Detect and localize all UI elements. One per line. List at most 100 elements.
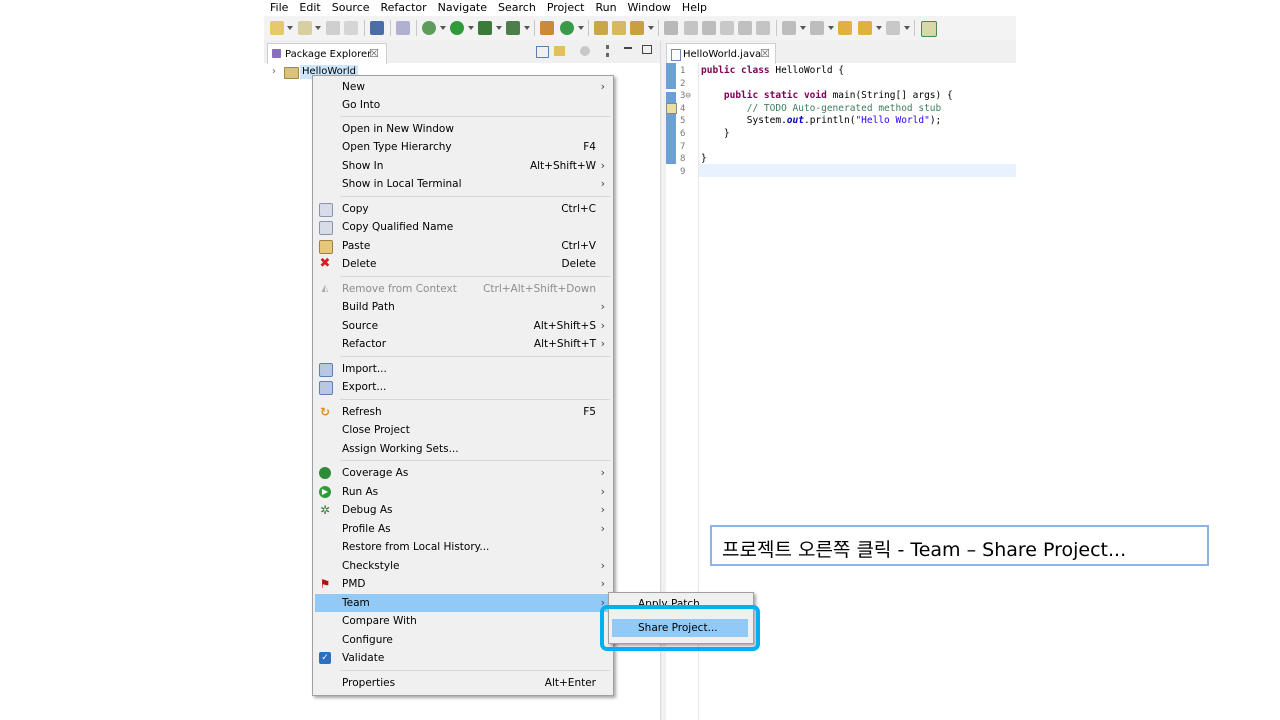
terminal-icon[interactable]: [370, 21, 384, 35]
line-number: 5: [680, 116, 686, 126]
menu-item-export[interactable]: Export...: [315, 378, 611, 396]
debug-toolbar-icon[interactable]: [422, 21, 436, 35]
highlight-box: [600, 605, 760, 651]
toggle-mark-icon[interactable]: [684, 21, 698, 35]
skip-breakpoints-icon[interactable]: [396, 21, 410, 35]
menu-item-new[interactable]: New ›: [315, 78, 611, 96]
annotation-icon[interactable]: [664, 21, 678, 35]
menu-item-show-in[interactable]: Show In Alt+Shift+W ›: [315, 157, 611, 175]
line-number: 3⊖: [680, 91, 691, 101]
menu-item-checkstyle[interactable]: Checkstyle ›: [315, 557, 611, 575]
menu-item-open-in-new-window[interactable]: Open in New Window: [315, 120, 611, 138]
new-wizard-icon[interactable]: [298, 21, 312, 35]
code-line[interactable]: public static void main(String[] args) {: [701, 90, 953, 101]
menu-item-validate[interactable]: ✓ Validate: [315, 649, 611, 667]
line-number: 8: [680, 154, 686, 164]
change-bar: [666, 63, 676, 89]
submenu-arrow-icon: ›: [600, 80, 605, 93]
menu-item-refactor[interactable]: Refactor Alt+Shift+T ›: [315, 335, 611, 353]
code-line[interactable]: System.out.println("Hello World");: [701, 115, 942, 126]
menu-item-pmd[interactable]: ⚑ PMD ›: [315, 575, 611, 593]
coverage-toolbar-icon[interactable]: [478, 21, 492, 35]
menu-item-show-in-local-terminal[interactable]: Show in Local Terminal ›: [315, 175, 611, 193]
line-number: 9: [680, 167, 686, 177]
menu-item-copy[interactable]: Copy Ctrl+C: [315, 200, 611, 218]
menu-item-profile-as[interactable]: Profile As ›: [315, 520, 611, 538]
submenu-arrow-icon: ›: [600, 485, 605, 498]
menu-run[interactable]: Run: [589, 0, 621, 16]
block-selection-icon[interactable]: [720, 21, 734, 35]
menu-window[interactable]: Window: [622, 0, 676, 16]
menu-item-label: Paste: [342, 240, 371, 252]
menu-edit[interactable]: Edit: [293, 0, 325, 16]
menu-item-delete[interactable]: ✖ Delete Delete: [315, 255, 611, 273]
open-type-icon[interactable]: [594, 21, 608, 35]
menu-item-import[interactable]: Import...: [315, 360, 611, 378]
menu-item-configure[interactable]: Configure ›: [315, 631, 611, 649]
menu-source[interactable]: Source: [326, 0, 375, 16]
code-line[interactable]: // TODO Auto-generated method stub: [701, 103, 941, 114]
menu-item-properties[interactable]: Properties Alt+Enter: [315, 674, 611, 692]
link-with-editor-icon[interactable]: [554, 46, 565, 56]
submenu-arrow-icon: ›: [600, 300, 605, 313]
view-menu-icon[interactable]: [606, 45, 612, 57]
package-explorer-tab[interactable]: Package Explorer ☒: [267, 43, 387, 64]
menu-item-restore-from-local-history[interactable]: Restore from Local History...: [315, 538, 611, 556]
toggle-highlight-icon[interactable]: [702, 21, 716, 35]
menu-item-compare-with[interactable]: Compare With ›: [315, 612, 611, 630]
paragraph-icon[interactable]: [756, 21, 770, 35]
new-java-project-icon[interactable]: [540, 21, 554, 35]
prev-annotation-icon[interactable]: [810, 21, 824, 35]
external-tools-icon[interactable]: [506, 21, 520, 35]
menu-item-coverage-as[interactable]: Coverage As ›: [315, 464, 611, 482]
current-line-highlight: [699, 164, 1016, 177]
menu-item-paste[interactable]: Paste Ctrl+V: [315, 237, 611, 255]
close-icon[interactable]: ☒: [369, 47, 379, 60]
new-icon[interactable]: [270, 21, 284, 35]
next-annotation-icon[interactable]: [782, 21, 796, 35]
menu-item-open-type-hierarchy[interactable]: Open Type Hierarchy F4: [315, 138, 611, 156]
show-whitespace-icon[interactable]: [738, 21, 752, 35]
code-line[interactable]: public class HelloWorld {: [701, 65, 844, 76]
new-class-icon[interactable]: [560, 21, 574, 35]
menu-item-close-project[interactable]: Close Project: [315, 421, 611, 439]
code-line[interactable]: }: [701, 153, 707, 164]
maximize-icon[interactable]: [642, 45, 652, 54]
search-toolbar-icon[interactable]: [630, 21, 644, 35]
menu-project[interactable]: Project: [541, 0, 590, 16]
forward-icon[interactable]: [886, 21, 900, 35]
last-edit-icon[interactable]: [838, 21, 852, 35]
menu-help[interactable]: Help: [676, 0, 712, 16]
shortcut-label: Delete: [561, 258, 597, 270]
code-line[interactable]: }: [701, 128, 730, 139]
menu-bar: File Edit Source Refactor Navigate Search Proj…: [264, 0, 1016, 16]
menu-item-copy-qualified-name[interactable]: Copy Qualified Name: [315, 218, 611, 236]
menu-item-assign-working-sets[interactable]: Assign Working Sets...: [315, 440, 611, 458]
project-folder-icon: [284, 67, 299, 79]
menu-item-source[interactable]: Source Alt+Shift+S ›: [315, 317, 611, 335]
open-task-icon[interactable]: [612, 21, 626, 35]
menu-item-refresh[interactable]: ↻ Refresh F5: [315, 403, 611, 421]
save-icon[interactable]: [326, 21, 340, 35]
menu-item-remove-from-context[interactable]: ◭ Remove from Context Ctrl+Alt+Shift+Down: [315, 280, 611, 298]
expand-arrow-icon[interactable]: ›: [272, 66, 276, 77]
open-perspective-icon[interactable]: [921, 21, 937, 37]
menu-item-team[interactable]: Team ›: [315, 594, 611, 612]
menu-item-build-path[interactable]: Build Path ›: [315, 298, 611, 316]
menu-refactor[interactable]: Refactor: [375, 0, 432, 16]
close-icon[interactable]: ☒: [760, 47, 770, 60]
shortcut-label: Alt+Enter: [544, 677, 596, 689]
editor-tab[interactable]: HelloWorld.java ☒: [666, 43, 776, 64]
menu-item-debug-as[interactable]: ✲ Debug As ›: [315, 501, 611, 519]
menu-search[interactable]: Search: [492, 0, 541, 16]
back-icon[interactable]: [858, 21, 872, 35]
menu-item-run-as[interactable]: ▶ Run As ›: [315, 483, 611, 501]
menu-item-go-into[interactable]: Go Into: [315, 96, 611, 114]
run-toolbar-icon[interactable]: [450, 21, 464, 35]
filter-icon[interactable]: [580, 46, 590, 56]
collapse-all-icon[interactable]: [536, 46, 549, 58]
menu-file[interactable]: File: [264, 0, 293, 16]
minimize-icon[interactable]: [624, 47, 632, 49]
save-all-icon[interactable]: [344, 21, 358, 35]
menu-navigate[interactable]: Navigate: [432, 0, 492, 16]
